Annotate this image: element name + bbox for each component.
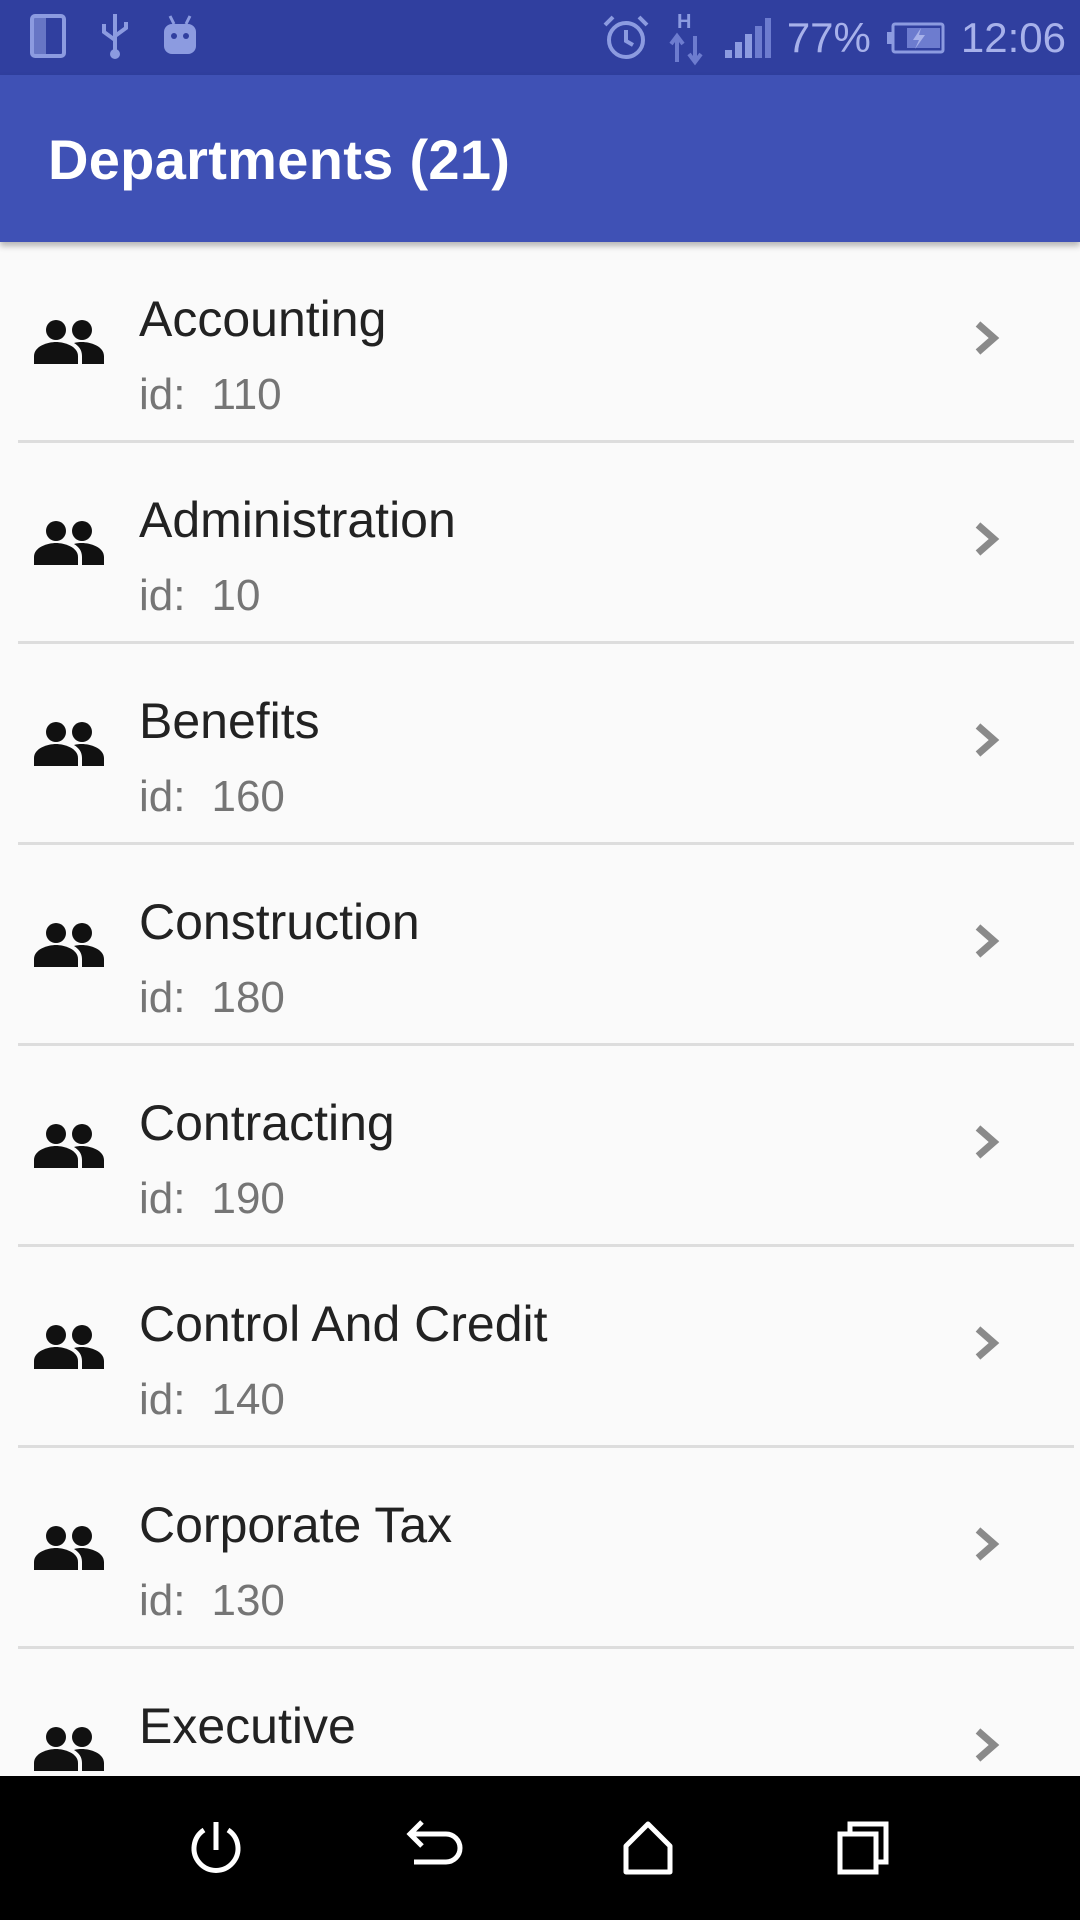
department-id: id: 130 bbox=[139, 1576, 285, 1626]
people-icon bbox=[34, 519, 104, 567]
battery-charging-icon bbox=[886, 22, 945, 54]
status-left-icons bbox=[28, 12, 200, 60]
id-label: id: bbox=[139, 772, 186, 821]
department-id: id: 190 bbox=[139, 1174, 285, 1224]
department-id: id: 160 bbox=[139, 772, 285, 822]
department-id: id: 140 bbox=[139, 1375, 285, 1425]
department-id: id: 180 bbox=[139, 973, 285, 1023]
department-name: Contracting bbox=[139, 1095, 395, 1151]
id-value: 10 bbox=[211, 571, 261, 620]
chevron-right-icon bbox=[970, 517, 1004, 561]
chevron-right-icon bbox=[970, 718, 1004, 762]
power-icon[interactable] bbox=[180, 1812, 252, 1884]
navigation-bar bbox=[0, 1776, 1080, 1920]
chevron-right-icon bbox=[970, 316, 1004, 360]
id-label: id: bbox=[139, 1576, 186, 1625]
department-list-item[interactable]: Construction id: 180 bbox=[0, 845, 1080, 1046]
department-list-item[interactable]: Benefits id: 160 bbox=[0, 644, 1080, 845]
department-name: Corporate Tax bbox=[139, 1497, 453, 1553]
recents-icon[interactable] bbox=[828, 1812, 900, 1884]
department-id: id: 110 bbox=[139, 370, 282, 420]
usb-icon bbox=[98, 12, 132, 60]
chevron-right-icon bbox=[970, 1522, 1004, 1566]
department-id: id: 10 bbox=[139, 571, 260, 621]
id-label: id: bbox=[139, 973, 186, 1022]
people-icon bbox=[34, 1524, 104, 1572]
department-list-item[interactable]: Accounting id: 110 bbox=[0, 242, 1080, 443]
screen: H 77% 12:06 Departments (21) Accounting … bbox=[0, 0, 1080, 1920]
department-list-item[interactable]: Executive id: bbox=[0, 1649, 1080, 1776]
id-value: 130 bbox=[211, 1576, 285, 1625]
app-bar: Departments (21) bbox=[0, 75, 1080, 242]
department-list-item[interactable]: Administration id: 10 bbox=[0, 443, 1080, 644]
status-bar: H 77% 12:06 bbox=[0, 0, 1080, 75]
android-icon bbox=[160, 12, 200, 60]
clock: 12:06 bbox=[960, 13, 1066, 61]
id-label: id: bbox=[139, 1375, 186, 1424]
department-name: Control And Credit bbox=[139, 1296, 548, 1352]
chevron-right-icon bbox=[970, 1723, 1004, 1767]
people-icon bbox=[34, 1725, 104, 1773]
department-name: Executive bbox=[139, 1698, 356, 1754]
id-value: 160 bbox=[211, 772, 285, 821]
department-name: Accounting bbox=[139, 291, 387, 347]
people-icon bbox=[34, 921, 104, 969]
battery-percent: 77% bbox=[786, 13, 871, 61]
status-right-icons: H 77% 12:06 bbox=[601, 0, 1066, 75]
device-icon bbox=[28, 12, 70, 60]
id-value: 110 bbox=[211, 370, 282, 419]
id-value: 190 bbox=[211, 1174, 285, 1223]
chevron-right-icon bbox=[970, 1120, 1004, 1164]
id-label: id: bbox=[139, 370, 186, 419]
back-icon[interactable] bbox=[396, 1812, 468, 1884]
id-value: 180 bbox=[211, 973, 285, 1022]
id-label: id: bbox=[139, 571, 186, 620]
chevron-right-icon bbox=[970, 1321, 1004, 1365]
svg-text:H: H bbox=[677, 11, 691, 33]
people-icon bbox=[34, 720, 104, 768]
people-icon bbox=[34, 1323, 104, 1371]
id-value: 140 bbox=[211, 1375, 285, 1424]
department-list-item[interactable]: Control And Credit id: 140 bbox=[0, 1247, 1080, 1448]
id-label: id: bbox=[139, 1174, 186, 1223]
department-list-item[interactable]: Contracting id: 190 bbox=[0, 1046, 1080, 1247]
department-list-item[interactable]: Corporate Tax id: 130 bbox=[0, 1448, 1080, 1649]
data-transfer-icon: H bbox=[667, 10, 707, 66]
department-name: Administration bbox=[139, 492, 456, 548]
signal-icon bbox=[723, 17, 771, 58]
people-icon bbox=[34, 1122, 104, 1170]
page-title: Departments (21) bbox=[48, 128, 511, 191]
chevron-right-icon bbox=[970, 919, 1004, 963]
home-icon[interactable] bbox=[612, 1812, 684, 1884]
department-name: Construction bbox=[139, 894, 420, 950]
people-icon bbox=[34, 318, 104, 366]
department-name: Benefits bbox=[139, 693, 320, 749]
department-list[interactable]: Accounting id: 110 Administration id: 10… bbox=[0, 242, 1080, 1776]
alarm-icon bbox=[601, 13, 651, 63]
